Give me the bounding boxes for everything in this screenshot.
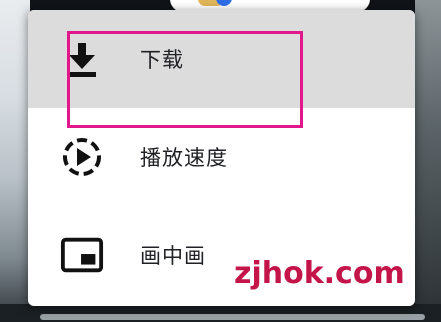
menu-item-playback-speed[interactable]: 播放速度 bbox=[28, 108, 415, 206]
background-right bbox=[415, 0, 441, 322]
picture-in-picture-icon bbox=[60, 233, 104, 277]
menu-item-download[interactable]: 下载 bbox=[28, 10, 415, 108]
watermark-text: zjhok.com bbox=[234, 256, 405, 291]
menu-item-label: 画中画 bbox=[140, 244, 206, 268]
menu-item-label: 下载 bbox=[140, 48, 184, 72]
video-progress-bar[interactable] bbox=[40, 314, 425, 320]
background-left bbox=[0, 0, 30, 322]
menu-item-label: 播放速度 bbox=[140, 146, 228, 170]
download-icon bbox=[60, 37, 104, 81]
playback-speed-icon bbox=[60, 135, 104, 179]
